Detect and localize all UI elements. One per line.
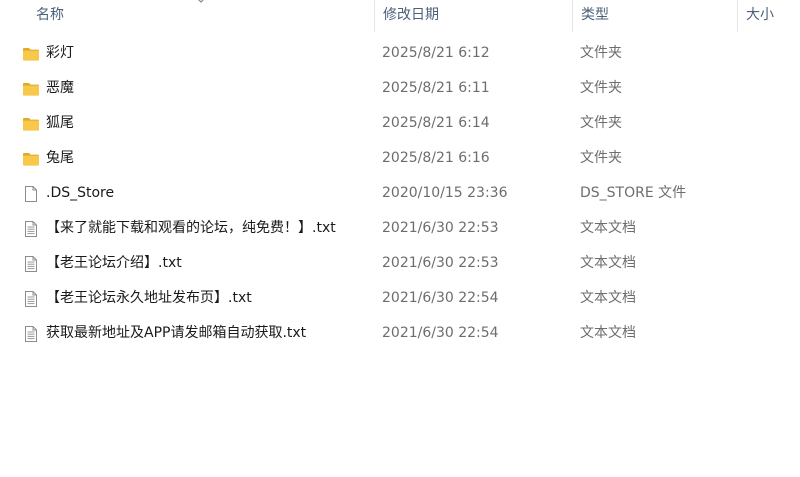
file-name: 【来了就能下载和观看的论坛，纯免费！】.txt [46, 220, 336, 236]
file-type: DS_STORE 文件 [580, 185, 687, 201]
file-date-modified: 2021/6/30 22:54 [382, 325, 499, 341]
file-type: 文件夹 [580, 150, 622, 166]
file-type: 文件夹 [580, 45, 622, 61]
column-header-type[interactable]: 类型 [572, 0, 737, 32]
file-name: 获取最新地址及APP请发邮箱自动获取.txt [46, 325, 307, 341]
folder-icon [22, 80, 40, 98]
file-row[interactable]: 【来了就能下载和观看的论坛，纯免费！】.txt 2021/6/30 22:53 文本… [0, 211, 800, 246]
file-row[interactable]: 【老王论坛永久地址发布页】.txt 2021/6/30 22:54 文本文档 [0, 281, 800, 316]
file-name: 兔尾 [46, 150, 74, 166]
column-header-size[interactable]: 大小 [737, 0, 800, 32]
file-name: 【老王论坛介绍】.txt [46, 255, 182, 271]
folder-icon [22, 45, 40, 63]
file-list: 彩灯 2025/8/21 6:12 文件夹 恶魔 2025/8/21 6:11 文件夹 狐尾… [0, 36, 800, 351]
file-date-modified: 2020/10/15 23:36 [382, 185, 508, 201]
file-name: .DS_Store [46, 185, 115, 201]
folder-icon [22, 115, 40, 133]
file-row[interactable]: .DS_Store 2020/10/15 23:36 DS_STORE 文件 [0, 176, 800, 211]
text-file-icon [22, 220, 40, 238]
folder-icon [22, 150, 40, 168]
file-date-modified: 2025/8/21 6:16 [382, 150, 490, 166]
blank-file-icon [22, 185, 40, 203]
text-file-icon [22, 255, 40, 273]
file-date-modified: 2025/8/21 6:12 [382, 45, 490, 61]
text-file-icon [22, 290, 40, 308]
file-type: 文本文档 [580, 290, 636, 306]
file-date-modified: 2025/8/21 6:11 [382, 80, 490, 96]
text-file-icon [22, 325, 40, 343]
file-type: 文本文档 [580, 220, 636, 236]
file-type: 文本文档 [580, 255, 636, 271]
file-name: 狐尾 [46, 115, 74, 131]
file-date-modified: 2021/6/30 22:53 [382, 255, 499, 271]
file-row[interactable]: 彩灯 2025/8/21 6:12 文件夹 [0, 36, 800, 71]
file-row[interactable]: 兔尾 2025/8/21 6:16 文件夹 [0, 141, 800, 176]
file-date-modified: 2021/6/30 22:54 [382, 290, 499, 306]
column-header-date-modified[interactable]: 修改日期 [374, 0, 572, 32]
file-row[interactable]: 【老王论坛介绍】.txt 2021/6/30 22:53 文本文档 [0, 246, 800, 281]
file-date-modified: 2025/8/21 6:14 [382, 115, 490, 131]
file-type: 文本文档 [580, 325, 636, 341]
file-type: 文件夹 [580, 115, 622, 131]
file-row[interactable]: 狐尾 2025/8/21 6:14 文件夹 [0, 106, 800, 141]
file-row[interactable]: 恶魔 2025/8/21 6:11 文件夹 [0, 71, 800, 106]
file-date-modified: 2021/6/30 22:53 [382, 220, 499, 236]
file-name: 恶魔 [46, 80, 74, 96]
file-type: 文件夹 [580, 80, 622, 96]
file-name: 【老王论坛永久地址发布页】.txt [46, 290, 252, 306]
file-name: 彩灯 [46, 45, 74, 61]
file-row[interactable]: 获取最新地址及APP请发邮箱自动获取.txt 2021/6/30 22:54 文本文… [0, 316, 800, 351]
sort-chevron-icon [198, 0, 204, 3]
column-header-bar: 名称 修改日期 类型 大小 [0, 0, 800, 33]
